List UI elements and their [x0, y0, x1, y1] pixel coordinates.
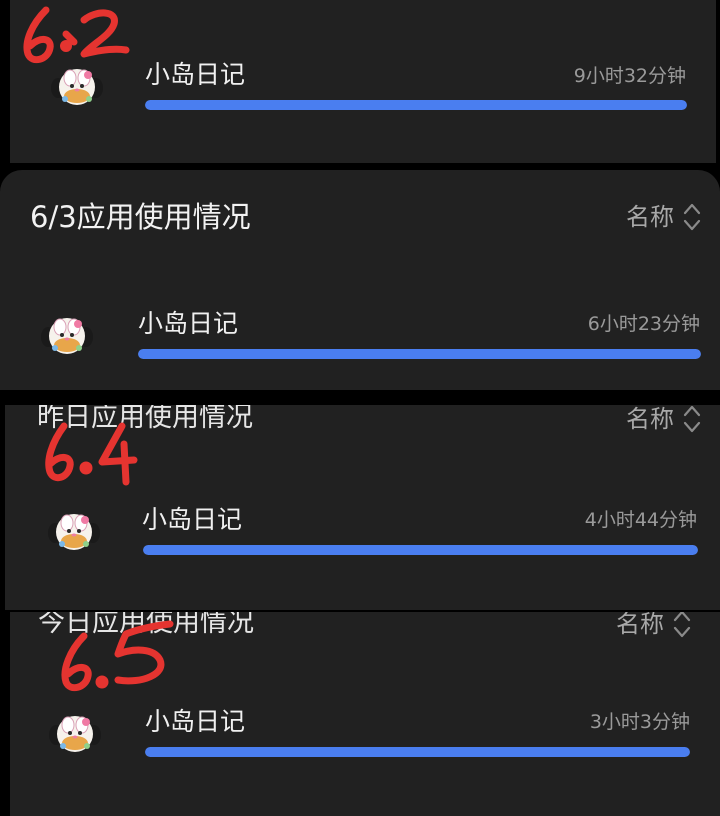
app-mascot-icon — [47, 511, 101, 553]
usage-bar — [138, 349, 701, 359]
app-mascot-icon — [50, 66, 104, 108]
usage-section-6-3: 6/3应用使用情况 名称 小岛日记 6小时23分钟 — [0, 170, 720, 390]
sort-label: 名称 — [626, 405, 674, 433]
sort-chevrons-icon — [682, 405, 702, 436]
sort-label: 名称 — [626, 203, 674, 231]
usage-bar — [145, 747, 690, 757]
app-name: 小岛日记 — [145, 707, 246, 736]
usage-bar — [145, 100, 687, 110]
usage-bar — [143, 545, 698, 555]
handwritten-date-annotation-6-4 — [45, 422, 138, 486]
sort-chevrons-icon — [672, 612, 692, 641]
sort-label: 名称 — [616, 612, 664, 638]
app-name: 小岛日记 — [138, 309, 239, 338]
app-mascot-icon — [48, 713, 102, 755]
usage-bar-fill — [143, 545, 698, 555]
usage-bar-fill — [145, 100, 687, 110]
usage-duration: 3小时3分钟 — [589, 711, 690, 733]
usage-bar-fill — [145, 747, 690, 757]
sort-chevrons-icon — [682, 200, 702, 234]
app-name: 小岛日记 — [145, 60, 246, 89]
sort-button[interactable]: 名称 — [616, 612, 692, 641]
usage-bar-fill — [138, 349, 701, 359]
app-name: 小岛日记 — [142, 505, 243, 534]
usage-duration: 9小时32分钟 — [573, 65, 686, 87]
usage-duration: 4小时44分钟 — [584, 509, 697, 531]
app-mascot-icon — [40, 315, 94, 357]
usage-duration: 6小时23分钟 — [587, 313, 700, 335]
sort-button[interactable]: 名称 — [626, 200, 702, 234]
section-title: 6/3应用使用情况 — [30, 200, 251, 234]
handwritten-date-annotation-6-2 — [23, 6, 130, 64]
sort-button[interactable]: 名称 — [626, 405, 702, 436]
handwritten-date-annotation-6-5 — [61, 620, 174, 692]
